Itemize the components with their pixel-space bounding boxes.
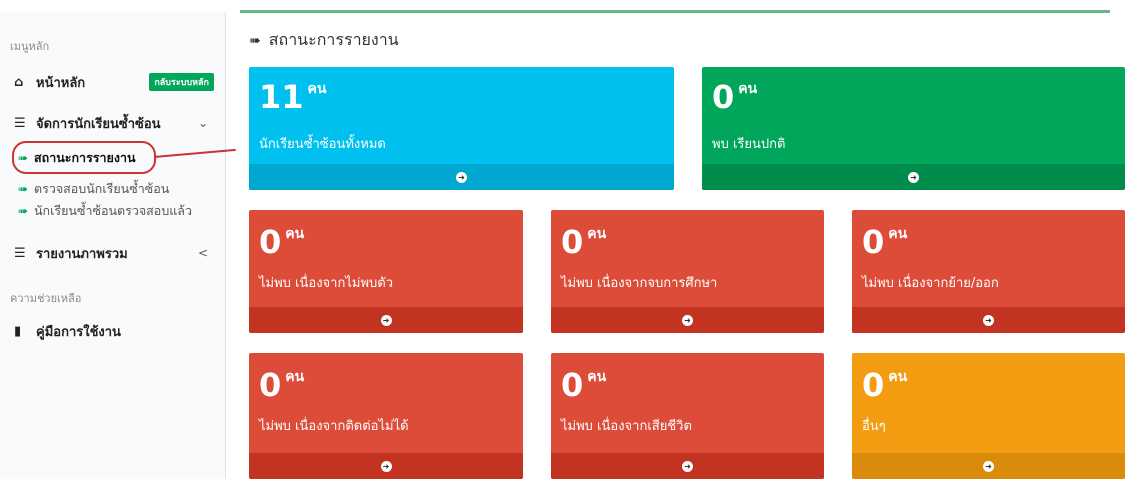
stat-label: ไม่พบ เนื่องจากติดต่อไม่ได้ xyxy=(259,419,409,434)
sidebar-item-report-label: รายงานภาพรวม xyxy=(36,246,128,262)
sign-in-icon: ➠ xyxy=(18,182,29,196)
chevron-down-icon: ⌄ xyxy=(197,116,208,130)
stat-count: 11 คน xyxy=(259,78,327,116)
sidebar-item-manual-label: คู่มือการใช้งาน xyxy=(36,324,121,340)
stat-more-info-link[interactable]: ➜ xyxy=(551,307,824,333)
page-title-text: สถานะการรายงาน xyxy=(268,30,399,49)
stat-label: นักเรียนซ้ำซ้อนทั้งหมด xyxy=(259,137,386,152)
home-icon: ⌂ xyxy=(14,74,24,90)
stat-count: 0 คน xyxy=(862,223,908,261)
stat-label: ไม่พบ เนื่องจากไม่พบตัว xyxy=(259,276,394,291)
sidebar-item-manage-duplicates[interactable]: ☰ จัดการนักเรียนซ้ำซ้อน ⌄ xyxy=(0,107,226,139)
sidebar-header-main: เมนูหลัก xyxy=(10,40,50,53)
arrow-circle-right-icon: ➜ xyxy=(682,314,693,326)
arrow-circle-right-icon: ➜ xyxy=(380,314,392,326)
stat-box-found-normal: 0 คน พบ เรียนปกติ ➜ xyxy=(702,67,1125,190)
stat-count: 0 คน xyxy=(712,78,758,116)
book-icon: ▮ xyxy=(14,323,22,339)
sidebar-item-manage-label: จัดการนักเรียนซ้ำซ้อน xyxy=(36,116,161,132)
back-to-main-system-badge[interactable]: กลับระบบหลัก xyxy=(149,73,214,91)
sidebar-subitem-checked-duplicates[interactable]: ➠ นักเรียนซ้ำซ้อนตรวจสอบแล้ว xyxy=(0,200,226,222)
stat-box-not-found-moved: 0 คน ไม่พบ เนื่องจากย้าย/ออก ➜ xyxy=(852,210,1125,333)
sidebar: เมนูหลัก ⌂ หน้าหลัก กลับระบบหลัก ☰ จัดกา… xyxy=(0,0,226,479)
sidebar-item-home[interactable]: ⌂ หน้าหลัก กลับระบบหลัก xyxy=(0,66,226,98)
stat-more-info-link[interactable]: ➜ xyxy=(852,307,1125,333)
page-title: ➠ สถานะการรายงาน xyxy=(249,28,399,53)
stat-count: 0 คน xyxy=(259,223,305,261)
stat-label: ไม่พบ เนื่องจากย้าย/ออก xyxy=(862,276,999,291)
stat-count: 0 คน xyxy=(259,366,305,404)
stat-label: พบ เรียนปกติ xyxy=(712,137,786,152)
stat-box-not-found-graduated: 0 คน ไม่พบ เนื่องจากจบการศึกษา ➜ xyxy=(551,210,824,333)
sidebar-item-overview-report[interactable]: ☰ รายงานภาพรวม < xyxy=(0,237,226,269)
sidebar-subitem-label: นักเรียนซ้ำซ้อนตรวจสอบแล้ว xyxy=(34,203,192,218)
sidebar-subitem-label: ตรวจสอบนักเรียนซ้ำซ้อน xyxy=(34,181,170,196)
arrow-circle-right-icon: ➜ xyxy=(456,171,467,183)
stat-box-not-found-unreachable: 0 คน ไม่พบ เนื่องจากติดต่อไม่ได้ ➜ xyxy=(249,353,523,479)
arrow-circle-right-icon: ➜ xyxy=(682,460,693,472)
stat-more-info-link[interactable]: ➜ xyxy=(249,307,523,333)
stat-box-total-duplicates: 11 คน นักเรียนซ้ำซ้อนทั้งหมด ➜ xyxy=(249,67,674,190)
stat-more-info-link[interactable]: ➜ xyxy=(702,164,1125,190)
sidebar-top-strip xyxy=(0,0,226,12)
arrow-circle-right-icon: ➜ xyxy=(983,460,994,472)
stat-label: อื่นๆ xyxy=(862,419,886,434)
list-icon: ☰ xyxy=(14,245,26,261)
stat-more-info-link[interactable]: ➜ xyxy=(551,453,824,479)
arrow-circle-right-icon: ➜ xyxy=(908,171,919,183)
stat-box-not-found-missing: 0 คน ไม่พบ เนื่องจากไม่พบตัว ➜ xyxy=(249,210,523,333)
list-icon: ☰ xyxy=(14,115,26,131)
sidebar-subitem-check-duplicates[interactable]: ➠ ตรวจสอบนักเรียนซ้ำซ้อน xyxy=(0,178,226,200)
stat-box-not-found-deceased: 0 คน ไม่พบ เนื่องจากเสียชีวิต ➜ xyxy=(551,353,824,479)
stat-more-info-link[interactable]: ➜ xyxy=(852,453,1125,479)
stat-count: 0 คน xyxy=(561,223,607,261)
arrow-circle-right-icon: ➜ xyxy=(380,460,392,472)
sidebar-item-manual[interactable]: ▮ คู่มือการใช้งาน xyxy=(0,315,226,347)
annotation-callout-ellipse xyxy=(12,141,156,174)
sidebar-item-home-label: หน้าหลัก xyxy=(36,75,86,91)
stat-count: 0 คน xyxy=(561,366,607,404)
stat-label: ไม่พบ เนื่องจากจบการศึกษา xyxy=(561,276,718,291)
stat-box-other: 0 คน อื่นๆ ➜ xyxy=(852,353,1125,479)
chevron-left-icon: < xyxy=(197,246,208,260)
content-top-border xyxy=(240,10,1110,13)
sign-in-icon: ➠ xyxy=(249,32,261,49)
stat-count: 0 คน xyxy=(862,366,908,404)
arrow-circle-right-icon: ➜ xyxy=(983,314,994,326)
stat-more-info-link[interactable]: ➜ xyxy=(249,164,674,190)
sidebar-header-help: ความช่วยเหลือ xyxy=(10,292,82,305)
sign-in-icon: ➠ xyxy=(18,204,29,218)
stat-more-info-link[interactable]: ➜ xyxy=(249,453,523,479)
stat-label: ไม่พบ เนื่องจากเสียชีวิต xyxy=(561,419,692,434)
